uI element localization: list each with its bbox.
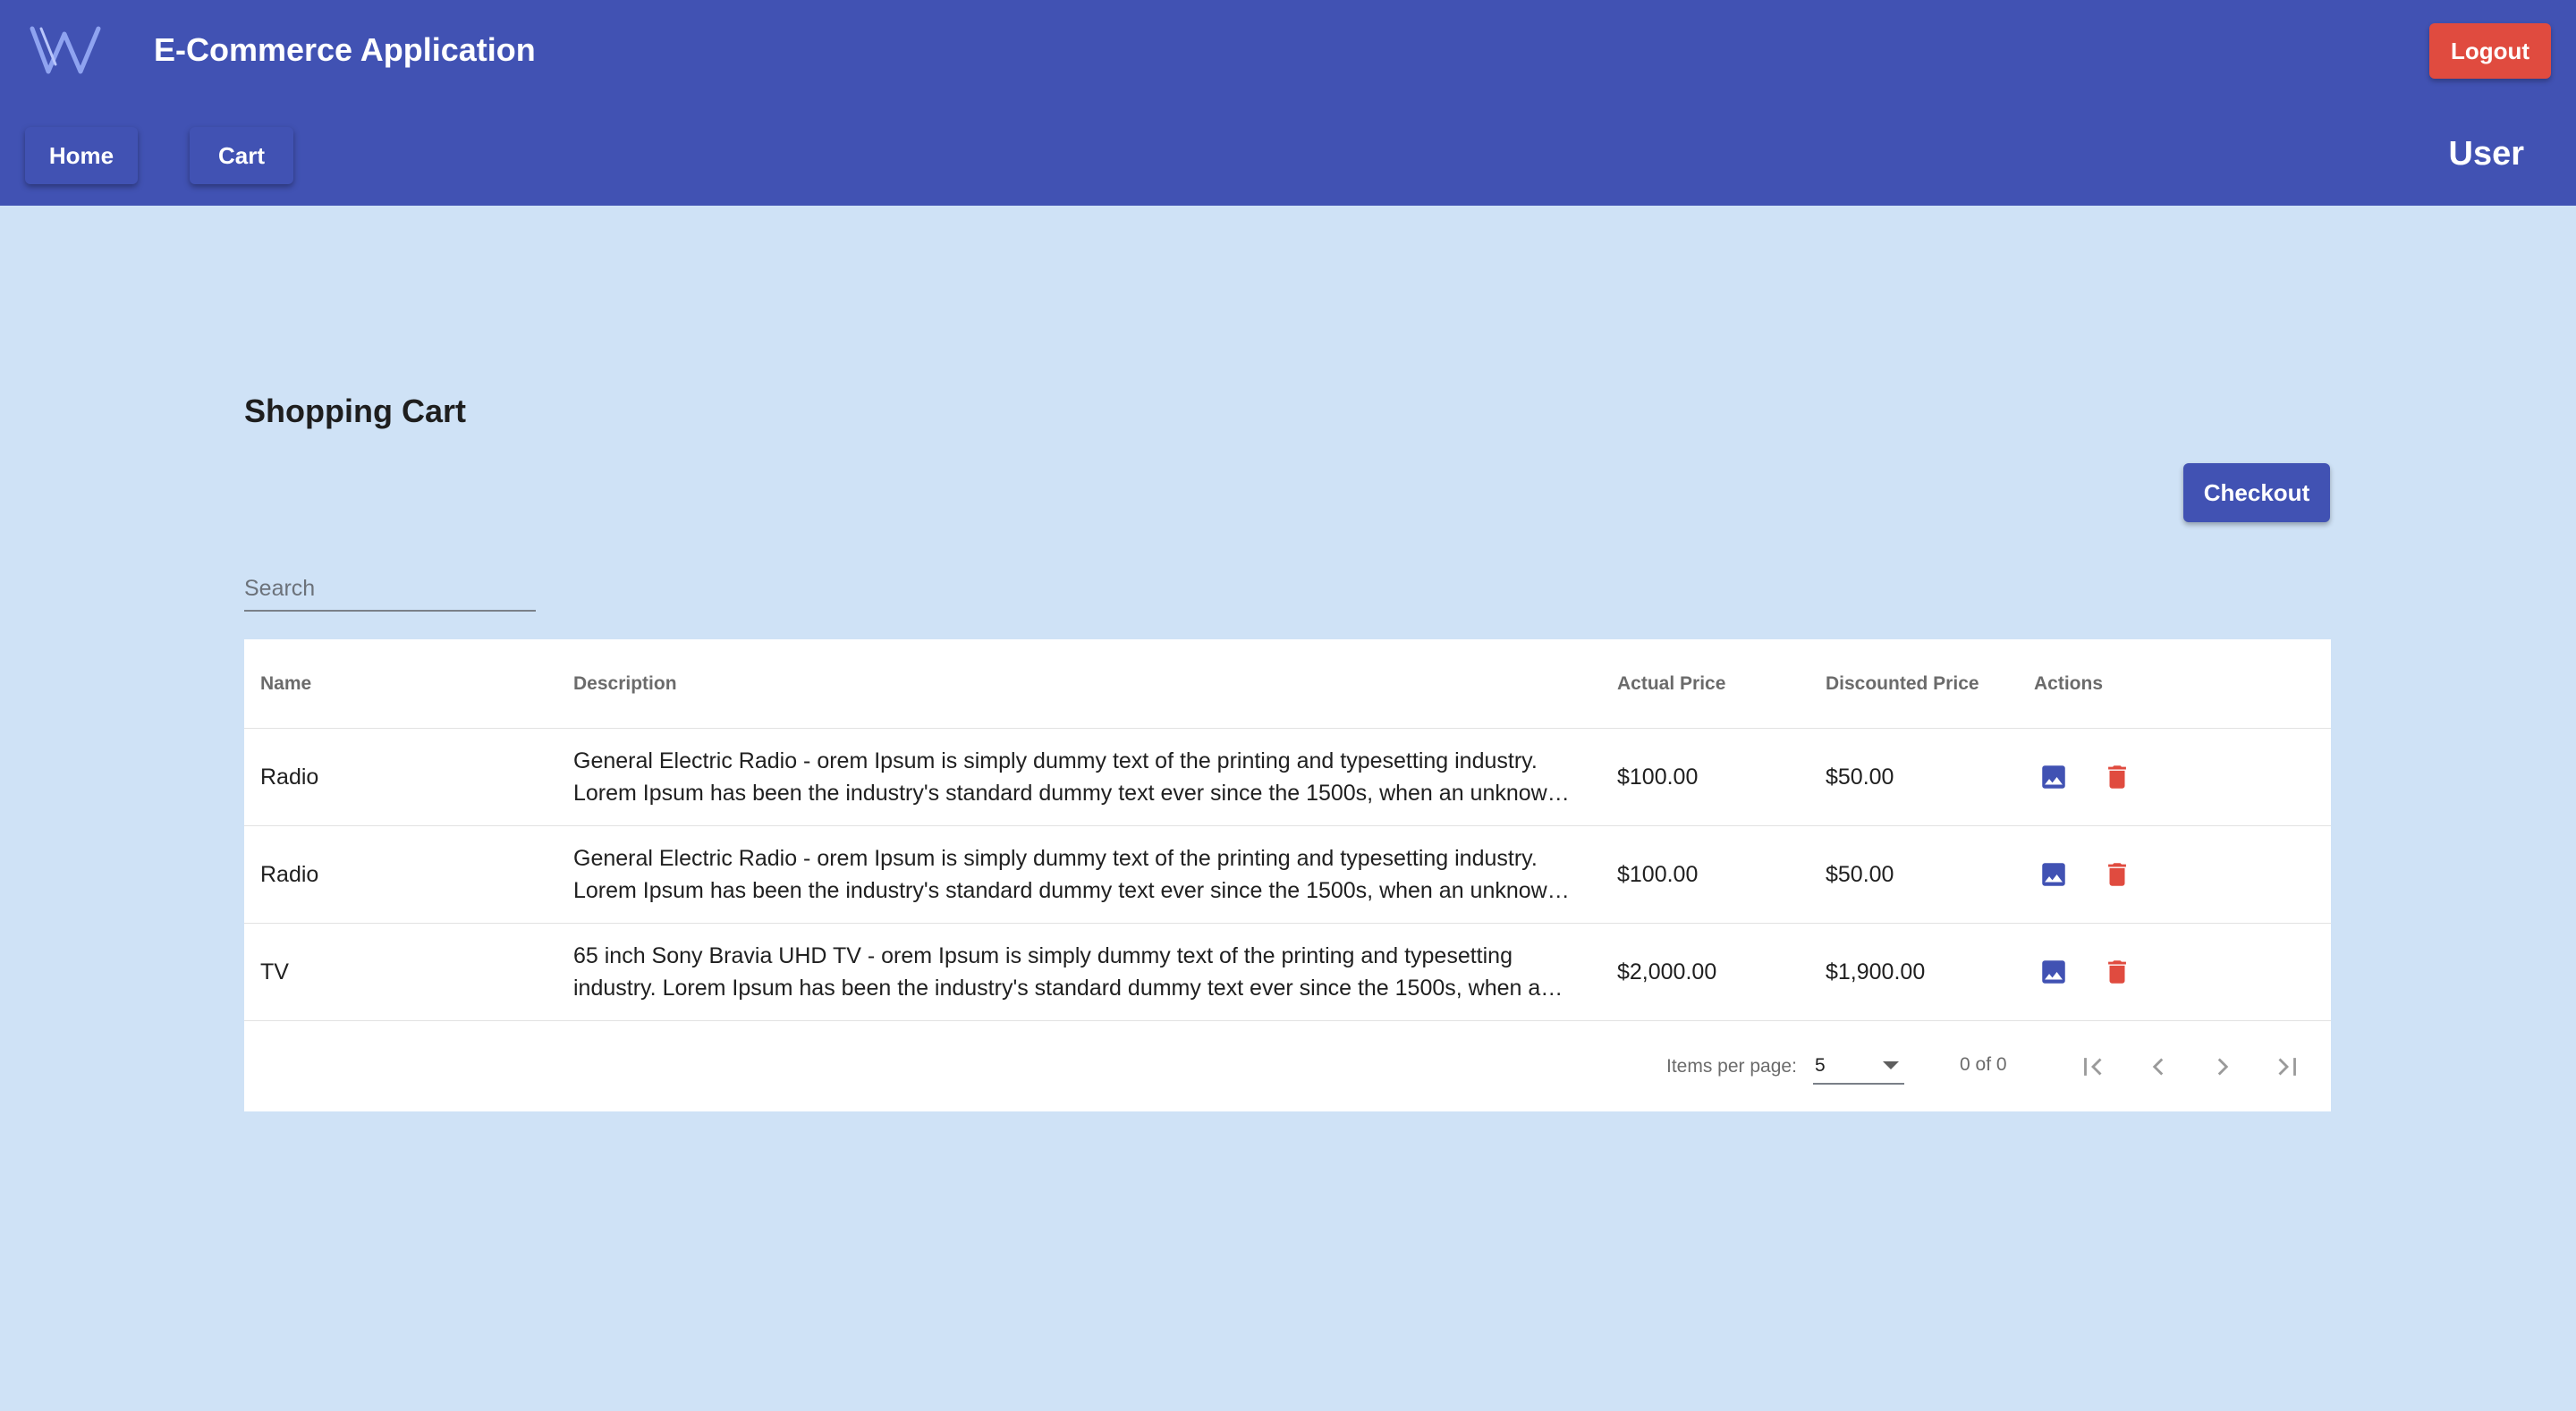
image-icon[interactable] <box>2034 855 2073 894</box>
table-row: Radio General Electric Radio - orem Ipsu… <box>244 729 2331 826</box>
app-logo-icon <box>29 25 104 75</box>
cart-table: Name Description Actual Price Discounted… <box>244 639 2331 1111</box>
first-page-icon[interactable] <box>2072 1045 2114 1088</box>
column-header-actual-price[interactable]: Actual Price <box>1617 639 1814 728</box>
image-icon[interactable] <box>2034 952 2073 992</box>
items-per-page-select[interactable]: 5 <box>1813 1049 1904 1085</box>
column-header-actions: Actions <box>2034 672 2104 694</box>
cell-name: TV <box>260 959 289 984</box>
cell-description-text: 65 inch Sony Bravia UHD TV - orem Ipsum … <box>573 943 1554 1001</box>
cell-description-text: General Electric Radio - orem Ipsum is s… <box>573 846 1560 903</box>
search-input[interactable] <box>244 569 536 608</box>
image-icon[interactable] <box>2034 757 2073 797</box>
cell-discounted-price: $50.00 <box>1826 861 1894 887</box>
cell-actual-price: $100.00 <box>1617 764 1699 790</box>
column-header-name[interactable]: Name <box>260 639 555 728</box>
cell-actions <box>2034 729 2302 825</box>
cell-actions <box>2034 826 2302 923</box>
cell-discounted-price: $50.00 <box>1826 764 1894 790</box>
page-range-label: 0 of 0 <box>1960 1054 2007 1075</box>
cell-name: Radio <box>260 861 319 887</box>
cell-discounted-price: $1,900.00 <box>1826 959 1926 984</box>
cell-name: Radio <box>260 764 319 790</box>
dropdown-arrow-icon <box>1883 1061 1899 1069</box>
next-page-icon[interactable] <box>2201 1045 2244 1088</box>
previous-page-icon[interactable] <box>2137 1045 2180 1088</box>
cell-actions <box>2034 924 2302 1020</box>
nav-cart-button[interactable]: Cart <box>190 127 293 184</box>
page-title: Shopping Cart <box>244 393 466 429</box>
cell-actual-price: $100.00 <box>1617 861 1699 887</box>
user-label: User <box>2448 135 2525 173</box>
items-per-page-value: 5 <box>1815 1055 1826 1076</box>
search-field <box>244 569 536 612</box>
last-page-icon[interactable] <box>2266 1045 2309 1088</box>
cell-description-text: General Electric Radio - orem Ipsum is s… <box>573 748 1560 806</box>
paginator: Items per page: 5 0 of 0 <box>244 1022 2331 1111</box>
trash-icon[interactable] <box>2097 952 2137 992</box>
trash-icon[interactable] <box>2097 855 2137 894</box>
trash-icon[interactable] <box>2097 757 2137 797</box>
logout-button[interactable]: Logout <box>2429 23 2551 79</box>
app-title: E-Commerce Application <box>154 31 536 68</box>
column-header-discounted-price[interactable]: Discounted Price <box>1826 639 2022 728</box>
table-row: TV 65 inch Sony Bravia UHD TV - orem Ips… <box>244 924 2331 1021</box>
nav-home-button[interactable]: Home <box>25 127 138 184</box>
app-header: E-Commerce Application Logout Home Cart … <box>0 0 2576 206</box>
cell-actual-price: $2,000.00 <box>1617 959 1717 984</box>
items-per-page-label: Items per page: <box>1666 1056 1797 1077</box>
table-header-row: Name Description Actual Price Discounted… <box>244 639 2331 729</box>
table-row: Radio General Electric Radio - orem Ipsu… <box>244 826 2331 924</box>
checkout-button[interactable]: Checkout <box>2183 463 2330 522</box>
